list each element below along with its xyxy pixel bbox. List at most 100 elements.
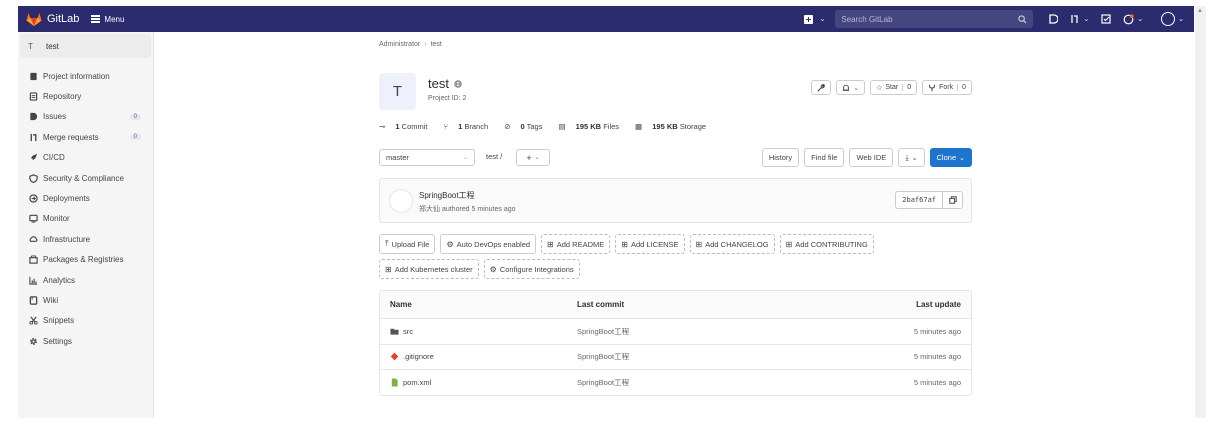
sidebar-item-infrastructure[interactable]: Infrastructure	[18, 229, 153, 249]
sidebar-item-merge-requests[interactable]: Merge requests 0	[18, 127, 153, 147]
sidebar-item-security[interactable]: Security & Compliance	[18, 168, 153, 188]
commits-stat-link[interactable]: ⊸ 1 Commit	[379, 122, 436, 131]
commit-author-avatar[interactable]	[389, 189, 413, 213]
branches-stat-link[interactable]: ⑂ 1 Branch	[444, 122, 497, 131]
download-icon: ⤓	[905, 152, 909, 162]
project-avatar: T	[379, 73, 416, 110]
branch-selector[interactable]: master ⌄	[379, 149, 475, 166]
plus-icon: +	[526, 152, 532, 163]
sidebar-project-avatar: T	[28, 41, 33, 51]
user-menu-button[interactable]: ⌄	[1155, 12, 1184, 26]
toolbar-right-buttons: History Find file Web IDE ⤓ ⌄ Clone ⌄	[757, 148, 972, 167]
file-name-link[interactable]: pom.xml	[403, 378, 431, 387]
fork-button[interactable]: Fork 0	[922, 80, 972, 95]
admin-wrench-button[interactable]	[811, 80, 832, 95]
file-commit-link[interactable]: SpringBoot工程	[577, 326, 827, 337]
project-header-actions: ⌄ ☆ Star 0 Fork 0	[806, 80, 972, 95]
file-name-link[interactable]: .gitignore	[403, 352, 434, 361]
bell-icon	[842, 84, 850, 91]
file-commit-link[interactable]: SpringBoot工程	[577, 377, 827, 388]
file-name-link[interactable]: src	[403, 327, 413, 336]
table-row[interactable]: pom.xml SpringBoot工程 5 minutes ago	[380, 369, 971, 395]
copy-icon	[948, 196, 957, 204]
add-license-button[interactable]: ⊞ Add LICENSE	[615, 234, 685, 254]
merge-requests-nav-button[interactable]: ⌄	[1070, 14, 1089, 24]
web-ide-button[interactable]: Web IDE	[849, 148, 894, 167]
commit-icon: ⊸	[379, 122, 386, 131]
find-file-button[interactable]: Find file	[804, 148, 845, 167]
sidebar-item-packages[interactable]: Packages & Registries	[18, 250, 153, 270]
issues-icon	[1049, 14, 1059, 24]
scroll-up-arrow-icon[interactable]: ▲	[1197, 8, 1203, 14]
add-readme-button[interactable]: ⊞ Add README	[541, 234, 611, 254]
sidebar-item-label: Wiki	[43, 295, 59, 305]
files-stat-link[interactable]: ▤ 195 KB Files	[558, 122, 627, 131]
menu-button[interactable]: Menu	[91, 14, 124, 25]
repository-path[interactable]: test /	[486, 152, 502, 161]
project-id: Project ID: 2	[428, 95, 467, 102]
commit-meta: 郑大仙 authored 5 minutes ago	[419, 206, 516, 213]
history-button[interactable]: History	[761, 148, 800, 167]
plus-square-icon: ⊞	[547, 239, 554, 249]
auto-devops-button[interactable]: ⚙ Auto DevOps enabled	[440, 234, 537, 254]
breadcrumb-current-link[interactable]: test	[431, 41, 442, 48]
chart-icon	[28, 275, 38, 285]
breadcrumb-parent-link[interactable]: Administrator	[379, 41, 420, 48]
add-changelog-button[interactable]: ⊞ Add CHANGELOG	[689, 234, 775, 254]
sidebar-item-issues[interactable]: Issues 0	[18, 107, 153, 127]
top-navbar: GitLab Menu ⌄ ⌄ ⌄ ⌄	[18, 6, 1194, 32]
add-kubernetes-cluster-button[interactable]: ⊞ Add Kubernetes cluster	[379, 259, 479, 279]
copy-sha-button[interactable]	[943, 191, 963, 209]
branch-icon: ⑂	[443, 122, 449, 131]
add-contributing-button[interactable]: ⊞ Add CONTRIBUTING	[779, 234, 874, 254]
table-row[interactable]: .gitignore SpringBoot工程 5 minutes ago	[380, 343, 971, 370]
sidebar-item-label: Repository	[43, 92, 82, 102]
search-input[interactable]	[841, 14, 1019, 24]
sidebar-item-project-information[interactable]: Project information	[18, 66, 153, 86]
sidebar-item-analytics[interactable]: Analytics	[18, 270, 153, 290]
star-button[interactable]: ☆ Star 0	[870, 80, 918, 95]
merge-requests-count-badge: 0	[129, 134, 141, 141]
sidebar-item-repository[interactable]: Repository	[18, 86, 153, 106]
sidebar-item-cicd[interactable]: CI/CD	[18, 148, 153, 168]
upload-file-button[interactable]: ⤒ Upload File	[379, 234, 436, 254]
notifications-dropdown[interactable]: ⌄	[836, 80, 866, 95]
sidebar-item-settings[interactable]: Settings	[18, 331, 153, 351]
gitlab-logo[interactable]: GitLab	[26, 12, 79, 26]
page-scrollbar[interactable]: ▲	[1195, 6, 1206, 418]
chevron-down-icon: ⌄	[853, 84, 860, 92]
git-icon	[390, 352, 399, 361]
gear-icon	[28, 336, 38, 346]
file-icon	[391, 378, 398, 387]
issues-nav-button[interactable]	[1049, 14, 1059, 24]
fork-label: Fork	[939, 84, 954, 91]
configure-integrations-button[interactable]: ⚙ Configure Integrations	[483, 259, 580, 279]
sidebar-item-monitor[interactable]: Monitor	[18, 209, 153, 229]
storage-icon: ▦	[635, 122, 643, 131]
help-nav-button[interactable]: ⌄	[1123, 13, 1143, 25]
commit-sha-button[interactable]: 2baf67af	[895, 191, 943, 209]
column-header-last-update: Last update	[916, 300, 961, 309]
todo-check-icon	[1101, 14, 1111, 24]
sidebar-item-deployments[interactable]: Deployments	[18, 188, 153, 208]
commit-sha-group: 2baf67af	[895, 191, 963, 209]
monitor-icon	[28, 214, 38, 224]
sidebar-project-header[interactable]: T test	[20, 34, 151, 58]
search-box[interactable]	[835, 10, 1034, 28]
tags-stat-link[interactable]: ⊘ 0 Tags	[504, 122, 550, 131]
file-commit-link[interactable]: SpringBoot工程	[577, 351, 827, 362]
download-dropdown[interactable]: ⤓ ⌄	[898, 148, 925, 167]
clone-button[interactable]: Clone ⌄	[929, 148, 972, 167]
add-to-tree-dropdown[interactable]: + ⌄	[516, 149, 550, 166]
storage-stat-link[interactable]: ▦ 195 KB Storage	[635, 122, 714, 131]
sidebar-item-wiki[interactable]: Wiki	[18, 290, 153, 310]
star-label: Star	[885, 84, 899, 91]
folder-icon	[390, 328, 399, 335]
table-row[interactable]: src SpringBoot工程 5 minutes ago	[380, 318, 971, 344]
cloud-icon	[28, 234, 38, 244]
new-item-dropdown[interactable]: ⌄	[803, 14, 825, 24]
sidebar-item-snippets[interactable]: Snippets	[18, 311, 153, 331]
commit-title-link[interactable]: SpringBoot工程	[419, 190, 475, 201]
todos-nav-button[interactable]	[1101, 14, 1111, 24]
breadcrumb-separator: ›	[424, 41, 427, 48]
